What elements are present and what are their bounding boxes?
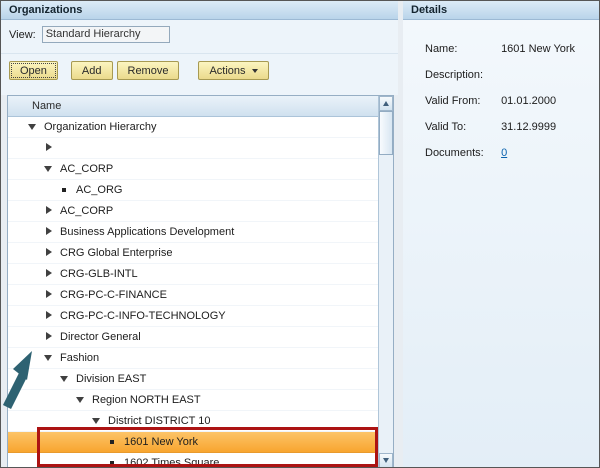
actions-menu-button[interactable]: Actions	[198, 61, 268, 80]
tree-row-label: Business Applications Development	[60, 226, 234, 238]
details-fields: Name: 1601 New York Description: Valid F…	[403, 20, 599, 173]
actions-button-label: Actions	[209, 65, 245, 77]
collapse-icon[interactable]	[60, 374, 69, 384]
tree-row[interactable]: Fashion	[8, 348, 378, 369]
tree-row-label: AC_CORP	[60, 205, 113, 217]
leaf-bullet-icon	[108, 458, 117, 468]
app-window: Organizations View: Standard Hierarchy O…	[0, 0, 600, 468]
add-button[interactable]: Add	[71, 61, 113, 80]
tree-rows: Organization Hierarchy AC_CORP AC_ORG AC…	[8, 117, 378, 468]
expand-icon[interactable]	[44, 269, 53, 279]
field-label: Valid From:	[425, 95, 498, 107]
toolbar: Open Add Remove Actions	[9, 61, 269, 80]
tree-row-label: 1601 New York	[124, 436, 198, 448]
organizations-panel-header: Organizations	[1, 1, 398, 20]
tree-row[interactable]: CRG-GLB-INTL	[8, 264, 378, 285]
field-label: Documents:	[425, 147, 498, 159]
tree-row-label: AC_ORG	[76, 184, 122, 196]
detail-field-valid-to: Valid To: 31.12.9999	[425, 121, 599, 147]
open-button[interactable]: Open	[9, 61, 58, 80]
view-row: View: Standard Hierarchy	[9, 26, 170, 43]
tree-row-label: District DISTRICT 10	[108, 415, 210, 427]
expand-icon[interactable]	[44, 311, 53, 321]
expand-icon[interactable]	[44, 248, 53, 258]
tree-row-label: Director General	[60, 331, 141, 343]
expand-icon[interactable]	[44, 227, 53, 237]
arrow-up-icon	[383, 101, 389, 106]
tree-scrollbar[interactable]	[378, 96, 393, 468]
expand-icon[interactable]	[44, 206, 53, 216]
tree-row-label: AC_CORP	[60, 163, 113, 175]
view-label: View:	[9, 29, 36, 41]
field-label: Description:	[425, 69, 498, 81]
tree-row[interactable]: AC_ORG	[8, 180, 378, 201]
tree-row[interactable]: Director General	[8, 327, 378, 348]
toolbar-divider	[1, 53, 398, 54]
expand-icon[interactable]	[44, 332, 53, 342]
tree-row-label: CRG-PC-C-INFO-TECHNOLOGY	[60, 310, 226, 322]
tree-row[interactable]: 1602 Times Square	[8, 453, 378, 468]
tree-row-label: Organization Hierarchy	[44, 121, 157, 133]
tree-row-label: CRG-GLB-INTL	[60, 268, 138, 280]
detail-field-valid-from: Valid From: 01.01.2000	[425, 95, 599, 121]
expand-icon[interactable]	[44, 143, 53, 153]
tree-column-header-name: Name	[8, 96, 378, 117]
tree-row-label: Region NORTH EAST	[92, 394, 201, 406]
detail-field-documents: Documents: 0	[425, 147, 599, 173]
tree-row-label: Fashion	[60, 352, 99, 364]
collapse-icon[interactable]	[44, 353, 53, 363]
scroll-up-button[interactable]	[379, 96, 393, 111]
collapse-icon[interactable]	[92, 416, 101, 426]
scrollbar-thumb[interactable]	[379, 111, 393, 155]
arrow-down-icon	[383, 458, 389, 463]
documents-count-link[interactable]: 0	[501, 147, 507, 159]
collapse-icon[interactable]	[28, 122, 37, 132]
leaf-bullet-icon	[108, 437, 117, 447]
field-value: 31.12.9999	[501, 121, 556, 133]
tree-row[interactable]: CRG-PC-C-FINANCE	[8, 285, 378, 306]
organizations-toolbar-area: View: Standard Hierarchy Open Add Remove…	[1, 20, 398, 95]
field-value: 01.01.2000	[501, 95, 556, 107]
tree-row-selected[interactable]: 1601 New York	[8, 432, 378, 453]
tree-row[interactable]: AC_CORP	[8, 201, 378, 222]
tree-row[interactable]: CRG Global Enterprise	[8, 243, 378, 264]
detail-field-description: Description:	[425, 69, 599, 95]
field-value: 1601 New York	[501, 43, 575, 55]
tree-row-label: 1602 Times Square	[124, 457, 219, 468]
details-panel-header: Details	[403, 1, 600, 20]
collapse-icon[interactable]	[44, 164, 53, 174]
tree-row-label: CRG-PC-C-FINANCE	[60, 289, 167, 301]
field-label: Valid To:	[425, 121, 498, 133]
collapse-icon[interactable]	[76, 395, 85, 405]
detail-field-name: Name: 1601 New York	[425, 43, 599, 69]
tree-row[interactable]: District DISTRICT 10	[8, 411, 378, 432]
tree-row[interactable]: Division EAST	[8, 369, 378, 390]
leaf-bullet-icon	[60, 185, 69, 195]
field-label: Name:	[425, 43, 498, 55]
tree-row[interactable]: Business Applications Development	[8, 222, 378, 243]
tree-row[interactable]: AC_CORP	[8, 159, 378, 180]
view-select-input[interactable]: Standard Hierarchy	[42, 26, 170, 43]
tree-row[interactable]: CRG-PC-C-INFO-TECHNOLOGY	[8, 306, 378, 327]
tree-row-label: CRG Global Enterprise	[60, 247, 173, 259]
tree-row[interactable]: Organization Hierarchy	[8, 117, 378, 138]
tree-row[interactable]	[8, 138, 378, 159]
dropdown-arrow-icon	[252, 69, 258, 73]
details-panel: Name: 1601 New York Description: Valid F…	[403, 20, 599, 467]
tree-row[interactable]: Region NORTH EAST	[8, 390, 378, 411]
tree-row-label: Division EAST	[76, 373, 146, 385]
scroll-down-button[interactable]	[379, 453, 393, 468]
remove-button[interactable]: Remove	[117, 61, 180, 80]
expand-icon[interactable]	[44, 290, 53, 300]
organization-tree: Name Organization Hierarchy AC_CORP AC_O…	[7, 95, 394, 468]
